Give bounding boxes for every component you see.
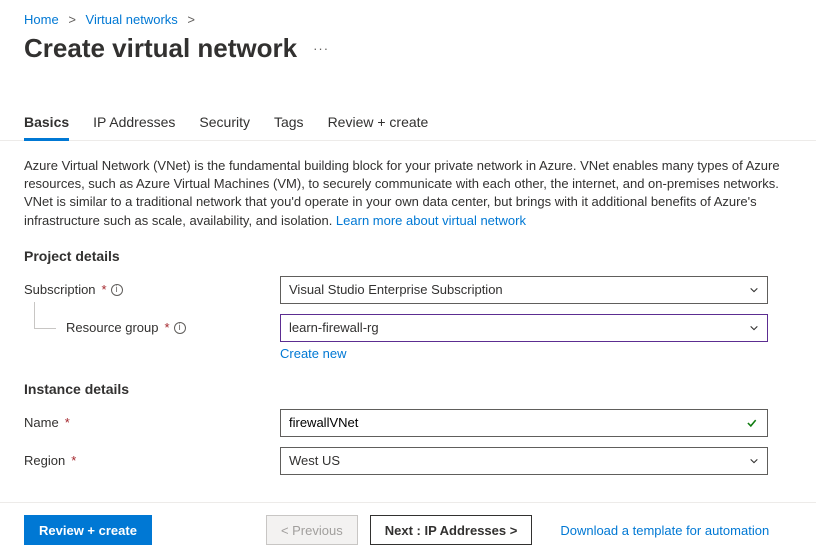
subscription-label: Subscription* i [24, 282, 280, 297]
chevron-down-icon [749, 323, 759, 333]
resource-group-label: Resource group* i [66, 314, 280, 342]
subscription-value: Visual Studio Enterprise Subscription [289, 282, 503, 297]
region-value: West US [289, 453, 340, 468]
chevron-right-icon: > [187, 12, 195, 27]
tab-ip-addresses[interactable]: IP Addresses [93, 106, 175, 140]
tab-basics[interactable]: Basics [24, 106, 69, 140]
resource-group-select[interactable]: learn-firewall-rg [280, 314, 768, 342]
tabs: Basics IP Addresses Security Tags Review… [0, 106, 816, 141]
name-input[interactable] [289, 415, 745, 430]
instance-details-heading: Instance details [24, 381, 792, 397]
project-details-heading: Project details [24, 248, 792, 264]
region-label: Region* [24, 453, 280, 468]
check-icon [745, 416, 759, 430]
region-select[interactable]: West US [280, 447, 768, 475]
breadcrumb-home[interactable]: Home [24, 12, 59, 27]
breadcrumb: Home > Virtual networks > [0, 0, 816, 33]
subscription-select[interactable]: Visual Studio Enterprise Subscription [280, 276, 768, 304]
footer-bar: Review + create < Previous Next : IP Add… [0, 502, 816, 557]
tab-review-create[interactable]: Review + create [328, 106, 429, 140]
download-template-link[interactable]: Download a template for automation [560, 523, 769, 538]
description-text: Azure Virtual Network (VNet) is the fund… [24, 157, 784, 230]
chevron-right-icon: > [68, 12, 76, 27]
breadcrumb-virtual-networks[interactable]: Virtual networks [86, 12, 178, 27]
tab-security[interactable]: Security [199, 106, 250, 140]
tree-connector-icon [24, 314, 66, 342]
chevron-down-icon [749, 285, 759, 295]
next-button[interactable]: Next : IP Addresses > [370, 515, 533, 545]
tab-tags[interactable]: Tags [274, 106, 304, 140]
name-input-wrapper [280, 409, 768, 437]
ellipsis-icon[interactable]: ··· [313, 41, 329, 56]
learn-more-link[interactable]: Learn more about virtual network [336, 213, 526, 228]
review-create-button[interactable]: Review + create [24, 515, 152, 545]
previous-button: < Previous [266, 515, 358, 545]
page-title: Create virtual network [24, 33, 297, 64]
resource-group-value: learn-firewall-rg [289, 320, 379, 335]
chevron-down-icon [749, 456, 759, 466]
info-icon[interactable]: i [111, 284, 123, 296]
create-new-link[interactable]: Create new [280, 346, 346, 361]
info-icon[interactable]: i [174, 322, 186, 334]
name-label: Name* [24, 415, 280, 430]
